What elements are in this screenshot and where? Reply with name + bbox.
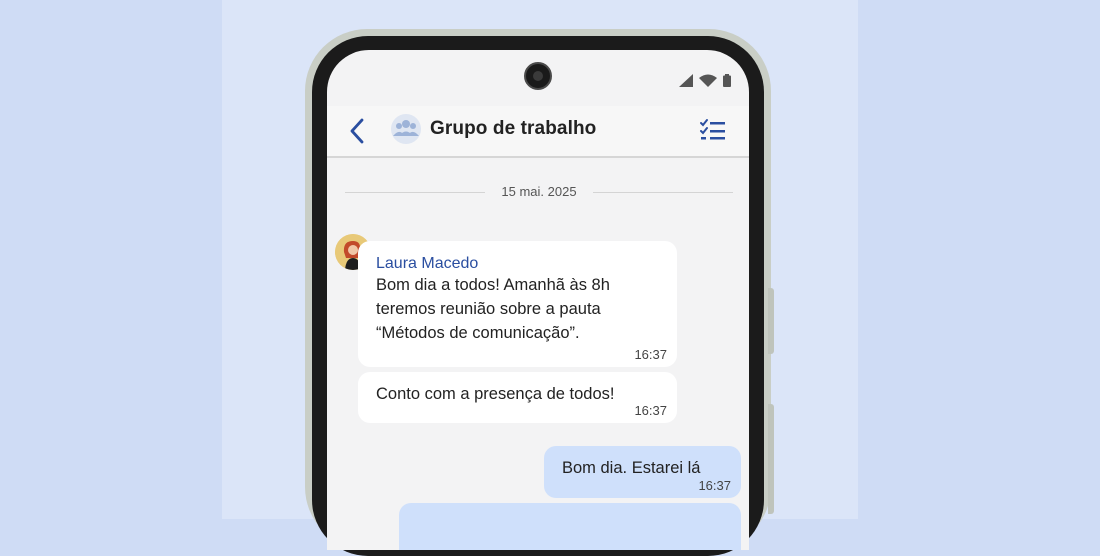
- message-text: Conto com a presença de todos!: [376, 385, 615, 403]
- date-separator: 15 mai. 2025: [345, 182, 733, 202]
- message-bubble[interactable]: Laura Macedo Bom dia a todos! Amanhã às …: [358, 241, 677, 367]
- back-button[interactable]: [345, 116, 373, 146]
- group-icon: [393, 120, 419, 136]
- power-button: [768, 404, 774, 514]
- chat-header: Grupo de trabalho: [327, 106, 749, 158]
- front-camera: [524, 62, 552, 90]
- message-bubble[interactable]: Conto com a presença de todos! 16:37: [358, 372, 677, 423]
- message-text: Bom dia a todos! Amanhã às 8h teremos re…: [376, 276, 610, 342]
- checklist-button[interactable]: [699, 118, 727, 144]
- group-avatar[interactable]: [391, 114, 421, 144]
- message-time: 16:37: [698, 478, 731, 493]
- chevron-left-icon: [350, 118, 364, 144]
- message-time: 16:37: [634, 403, 667, 418]
- date-label: 15 mai. 2025: [501, 184, 577, 199]
- wifi-icon: [699, 74, 717, 87]
- sender-name: Laura Macedo: [376, 255, 479, 272]
- checklist-icon: [700, 119, 725, 140]
- status-bar: [679, 74, 731, 87]
- chat-title[interactable]: Grupo de trabalho: [430, 118, 596, 140]
- signal-icon: [679, 74, 693, 87]
- message-time: 16:37: [634, 347, 667, 362]
- message-bubble-outgoing[interactable]: [399, 503, 741, 550]
- message-text: Bom dia. Estarei lá: [562, 459, 701, 477]
- battery-icon: [723, 74, 731, 87]
- message-bubble-outgoing[interactable]: Bom dia. Estarei lá 16:37: [544, 446, 741, 498]
- volume-button: [768, 288, 774, 354]
- phone-screen: Grupo de trabalho 15 mai. 2025 Laura Mac…: [327, 50, 749, 550]
